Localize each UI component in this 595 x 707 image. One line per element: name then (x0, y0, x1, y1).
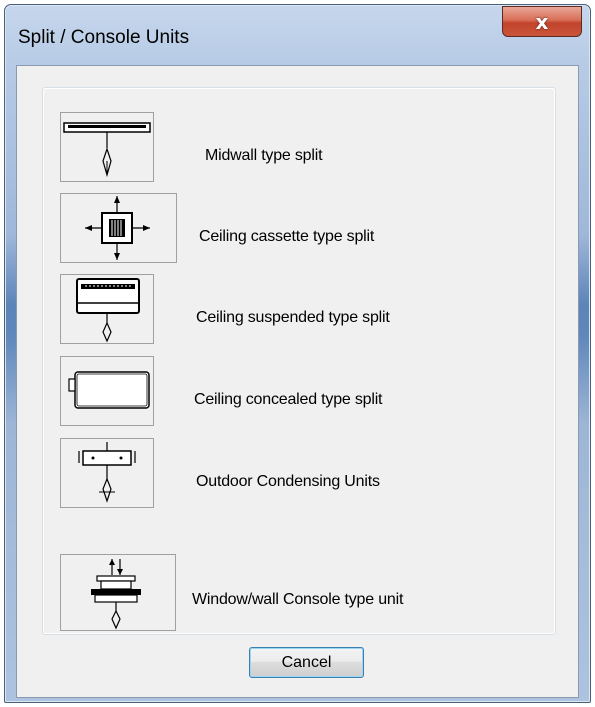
unit-label-midwall: Midwall type split (205, 147, 323, 164)
midwall-split-icon (63, 122, 151, 178)
unit-label-outdoor: Outdoor Condensing Units (196, 473, 380, 490)
outdoor-condensing-icon-button[interactable] (60, 438, 154, 508)
ceiling-suspended-icon-button[interactable] (60, 274, 154, 344)
ceiling-cassette-icon (85, 196, 150, 260)
dialog-client-area: Midwall type split Ceiling cassette type… (16, 65, 579, 698)
midwall-split-icon-button[interactable] (60, 112, 154, 182)
unit-row-suspended: Ceiling suspended type split (43, 274, 555, 344)
unit-group-box: Midwall type split Ceiling cassette type… (42, 87, 556, 635)
window-console-icon-button[interactable] (60, 554, 176, 631)
unit-row-console: Window/wall Console type unit (43, 554, 555, 631)
unit-row-outdoor: Outdoor Condensing Units (43, 438, 555, 508)
ceiling-concealed-icon-button[interactable] (60, 356, 154, 426)
ceiling-suspended-icon (76, 278, 140, 343)
outdoor-condensing-icon (78, 442, 136, 503)
dialog-window: Split / Console Units x Midwall type spl… (4, 4, 591, 703)
ceiling-cassette-icon-button[interactable] (60, 193, 177, 263)
window-console-icon (91, 559, 141, 630)
unit-row-midwall: Midwall type split (43, 112, 555, 182)
unit-label-suspended: Ceiling suspended type split (196, 309, 390, 326)
unit-row-concealed: Ceiling concealed type split (43, 356, 555, 426)
close-icon: x (535, 9, 549, 34)
unit-label-cassette: Ceiling cassette type split (199, 228, 375, 245)
unit-row-cassette: Ceiling cassette type split (43, 193, 555, 263)
cancel-button[interactable]: Cancel (249, 647, 364, 678)
close-button[interactable]: x (502, 6, 582, 37)
unit-label-concealed: Ceiling concealed type split (194, 391, 383, 408)
ceiling-concealed-icon (68, 371, 150, 409)
unit-label-console: Window/wall Console type unit (192, 591, 404, 608)
window-title: Split / Console Units (18, 27, 190, 48)
